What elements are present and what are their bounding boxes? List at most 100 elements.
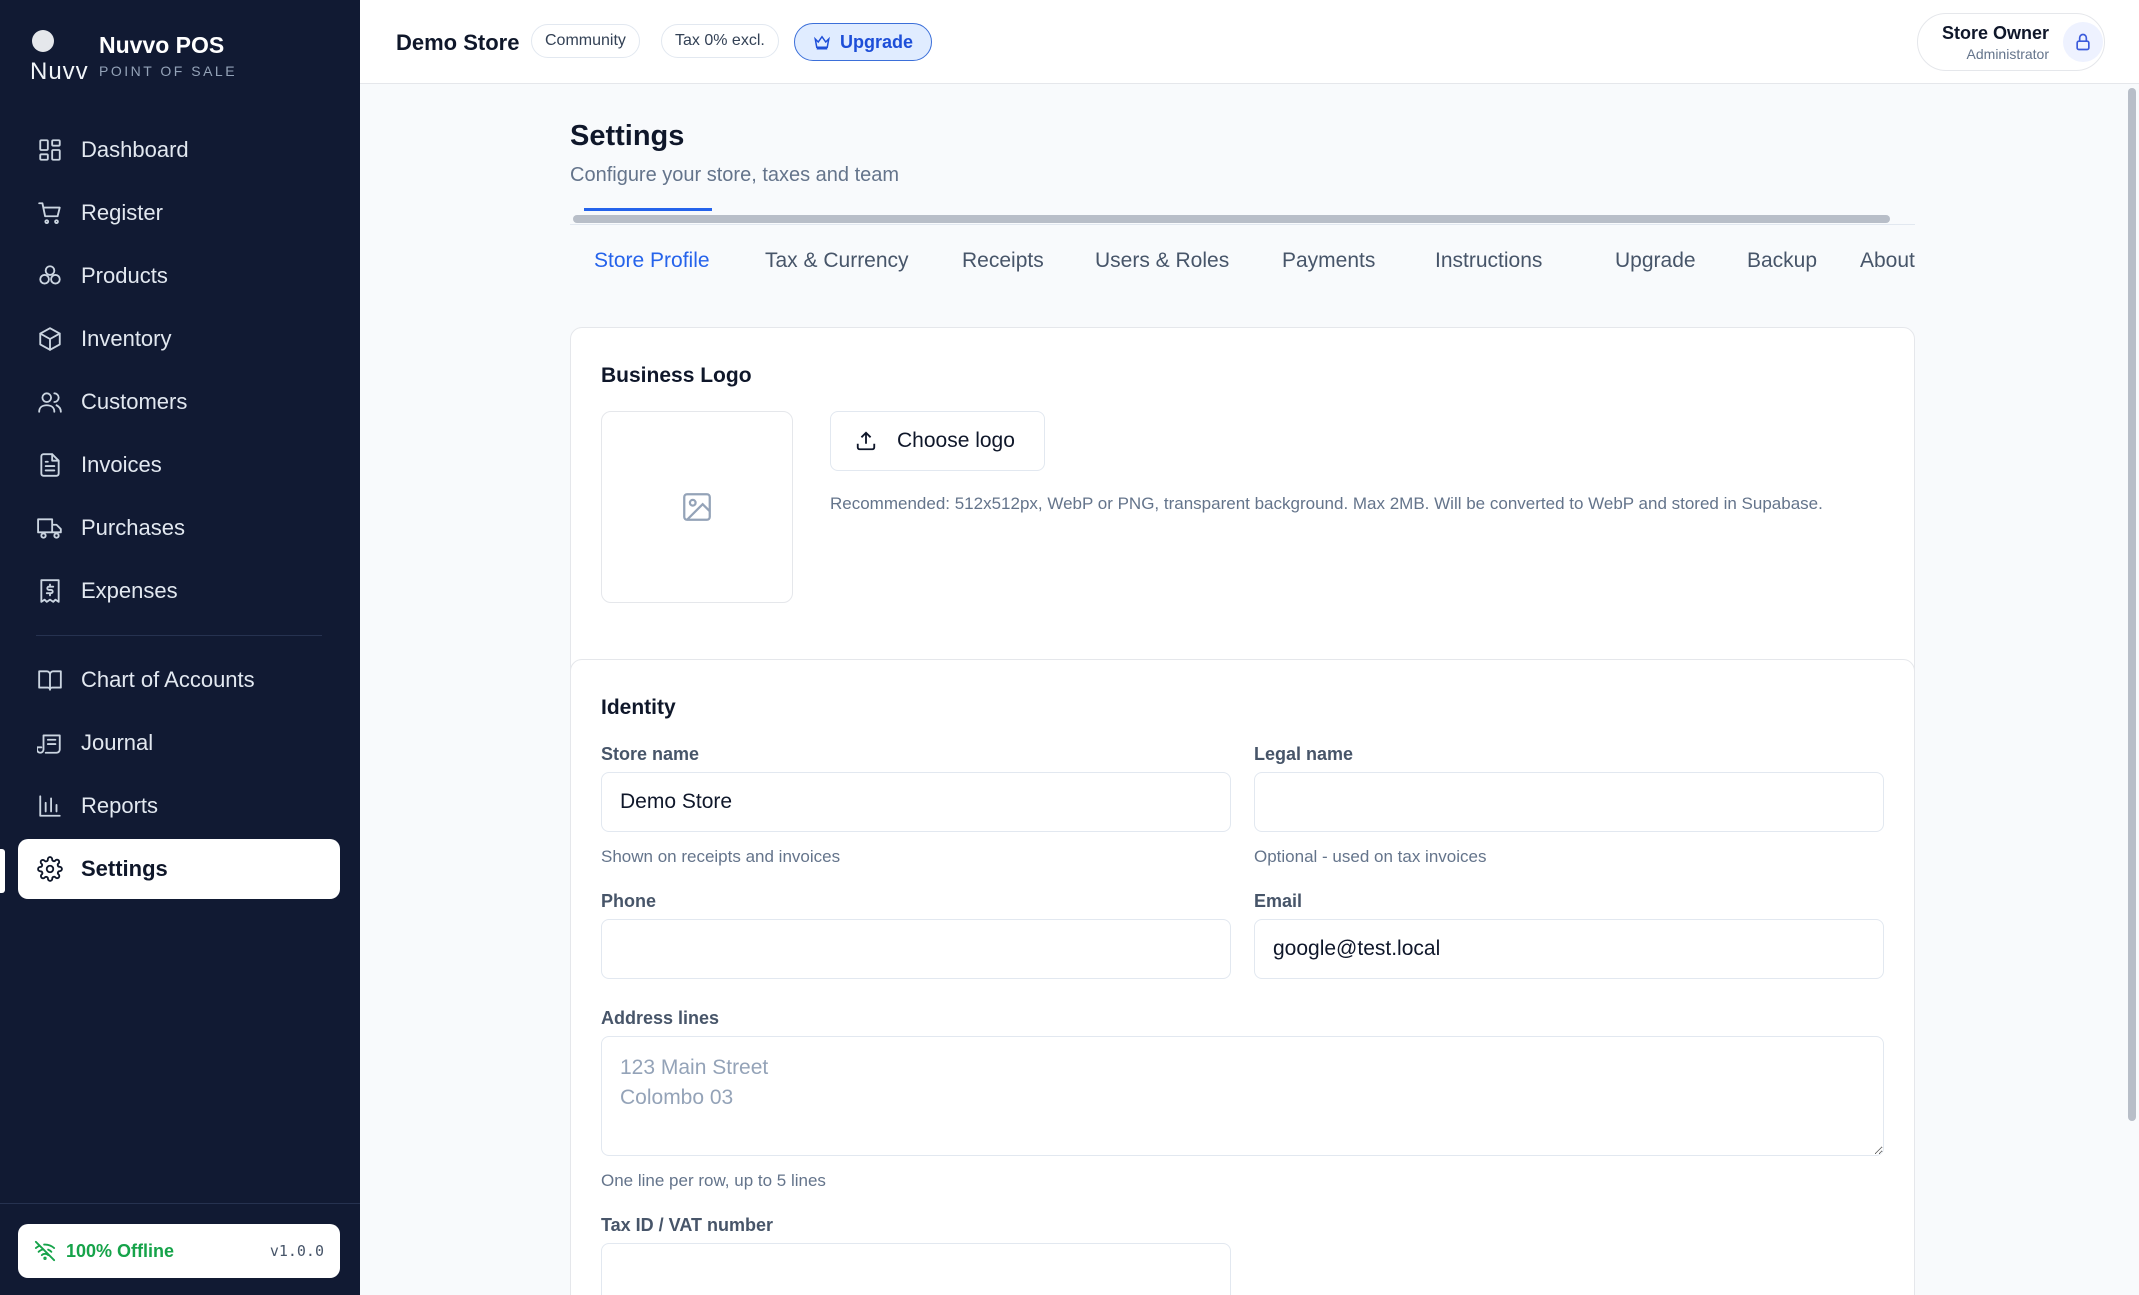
top-bar: Demo Store Community Tax 0% excl. Upgrad… bbox=[360, 0, 2139, 84]
sidebar-nav: Dashboard Register Products Inventory Cu… bbox=[18, 120, 340, 902]
sidebar-item-label: Register bbox=[81, 200, 163, 225]
tab-upgrade[interactable]: Upgrade bbox=[1615, 236, 1696, 286]
store-name-help: Shown on receipts and invoices bbox=[601, 847, 841, 866]
users-icon bbox=[36, 388, 64, 416]
book-icon bbox=[36, 666, 64, 694]
cart-icon bbox=[36, 199, 64, 227]
receipt-dollar-icon bbox=[36, 577, 64, 605]
crown-icon bbox=[814, 35, 830, 50]
sidebar-item-products[interactable]: Products bbox=[18, 246, 340, 306]
sidebar-item-label: Products bbox=[81, 263, 168, 288]
logo-hint: Recommended: 512x512px, WebP or PNG, tra… bbox=[830, 494, 1823, 513]
page-scrollbar[interactable] bbox=[2128, 88, 2136, 1121]
tab-payments[interactable]: Payments bbox=[1282, 236, 1375, 286]
address-label: Address lines bbox=[601, 1008, 720, 1028]
offline-status-text: 100% Offline bbox=[66, 1240, 175, 1261]
sidebar-item-label: Dashboard bbox=[81, 137, 189, 162]
sidebar-item-register[interactable]: Register bbox=[18, 183, 340, 243]
tab-tax-currency[interactable]: Tax & Currency bbox=[765, 236, 909, 286]
brand-subtitle: POINT OF SALE bbox=[99, 62, 238, 79]
sidebar-item-journal[interactable]: Journal bbox=[18, 713, 340, 773]
legal-name-label: Legal name bbox=[1254, 744, 1354, 764]
store-name-input[interactable] bbox=[601, 772, 1231, 832]
tax-id-input[interactable] bbox=[601, 1243, 1231, 1295]
sidebar: Nuvv Nuvvo POS POINT OF SALE Dashboard R… bbox=[0, 0, 360, 1295]
email-label: Email bbox=[1254, 891, 1303, 911]
active-nav-marker bbox=[0, 849, 5, 893]
sidebar-footer: 100% Offline v1.0.0 bbox=[0, 1203, 360, 1278]
sidebar-item-customers[interactable]: Customers bbox=[18, 372, 340, 432]
bar-chart-icon bbox=[36, 792, 64, 820]
sidebar-item-chart-of-accounts[interactable]: Chart of Accounts bbox=[18, 650, 340, 710]
tabs-scrollbar[interactable] bbox=[573, 215, 1890, 223]
plan-badge: Community bbox=[531, 24, 640, 58]
truck-icon bbox=[36, 514, 64, 542]
active-tab-indicator bbox=[584, 208, 712, 211]
upgrade-label: Upgrade bbox=[840, 31, 914, 52]
sidebar-divider bbox=[36, 635, 322, 636]
tab-about[interactable]: About bbox=[1860, 236, 1915, 286]
sidebar-item-label: Chart of Accounts bbox=[81, 667, 255, 692]
card-title: Identity bbox=[601, 696, 676, 719]
phone-input[interactable] bbox=[601, 919, 1231, 979]
tab-backup[interactable]: Backup bbox=[1747, 236, 1817, 286]
choose-logo-label: Choose logo bbox=[897, 429, 1015, 452]
address-help: One line per row, up to 5 lines bbox=[601, 1171, 826, 1190]
offline-status: 100% Offline v1.0.0 bbox=[18, 1224, 340, 1278]
wifi-off-icon bbox=[34, 1240, 56, 1262]
sidebar-item-label: Inventory bbox=[81, 326, 172, 351]
tabs-border bbox=[570, 224, 1915, 225]
store-name-label: Store name bbox=[601, 744, 700, 764]
products-icon bbox=[36, 262, 64, 290]
legal-name-input[interactable] bbox=[1254, 772, 1884, 832]
legal-name-help: Optional - used on tax invoices bbox=[1254, 847, 1487, 866]
sidebar-item-label: Settings bbox=[81, 856, 168, 881]
logo-preview bbox=[601, 411, 793, 603]
app-version: v1.0.0 bbox=[269, 1242, 324, 1260]
box-icon bbox=[36, 325, 64, 353]
user-name: Store Owner bbox=[1941, 22, 2049, 43]
email-input[interactable] bbox=[1254, 919, 1884, 979]
tab-store-profile[interactable]: Store Profile bbox=[594, 236, 710, 286]
upload-icon bbox=[856, 431, 876, 451]
sidebar-item-invoices[interactable]: Invoices bbox=[18, 435, 340, 495]
lock-icon bbox=[2076, 33, 2090, 51]
image-placeholder-icon bbox=[683, 493, 711, 521]
store-name: Demo Store bbox=[396, 30, 520, 55]
tax-id-label: Tax ID / VAT number bbox=[601, 1215, 774, 1235]
lock-button[interactable] bbox=[2063, 22, 2103, 62]
sidebar-item-label: Purchases bbox=[81, 515, 185, 540]
brand-logo: Nuvv bbox=[30, 28, 88, 85]
tab-users-roles[interactable]: Users & Roles bbox=[1095, 236, 1229, 286]
sidebar-item-dashboard[interactable]: Dashboard bbox=[18, 120, 340, 180]
identity-card: Identity Store name Shown on receipts an… bbox=[570, 659, 1915, 1295]
sidebar-item-label: Journal bbox=[81, 730, 154, 755]
user-menu[interactable]: Store Owner Administrator bbox=[1917, 13, 2105, 71]
sidebar-item-inventory[interactable]: Inventory bbox=[18, 309, 340, 369]
sidebar-item-purchases[interactable]: Purchases bbox=[18, 498, 340, 558]
sidebar-item-settings[interactable]: Settings bbox=[18, 839, 340, 899]
brand[interactable]: Nuvv Nuvvo POS POINT OF SALE bbox=[30, 28, 238, 85]
sidebar-item-expenses[interactable]: Expenses bbox=[18, 561, 340, 621]
scroll-icon bbox=[36, 729, 64, 757]
dashboard-icon bbox=[36, 136, 64, 164]
page-subtitle: Configure your store, taxes and team bbox=[570, 164, 900, 186]
brand-name: Nuvvo POS bbox=[99, 31, 225, 58]
phone-label: Phone bbox=[601, 891, 657, 911]
settings-tabs: Store Profile Tax & Currency Receipts Us… bbox=[570, 236, 1915, 296]
choose-logo-button[interactable]: Choose logo bbox=[830, 411, 1045, 471]
address-input[interactable] bbox=[601, 1036, 1884, 1156]
card-title: Business Logo bbox=[601, 364, 752, 387]
sidebar-item-label: Expenses bbox=[81, 578, 178, 603]
tab-receipts[interactable]: Receipts bbox=[962, 236, 1044, 286]
sidebar-item-label: Reports bbox=[81, 793, 159, 818]
gear-icon bbox=[36, 855, 64, 883]
file-icon bbox=[36, 451, 64, 479]
main-content: Settings Configure your store, taxes and… bbox=[360, 84, 2139, 1295]
tab-instructions[interactable]: Instructions bbox=[1435, 236, 1542, 286]
sidebar-item-label: Customers bbox=[81, 389, 188, 414]
tax-badge: Tax 0% excl. bbox=[661, 24, 779, 58]
sidebar-item-reports[interactable]: Reports bbox=[18, 776, 340, 836]
upgrade-button[interactable]: Upgrade bbox=[794, 23, 933, 61]
page-title: Settings bbox=[570, 120, 685, 152]
